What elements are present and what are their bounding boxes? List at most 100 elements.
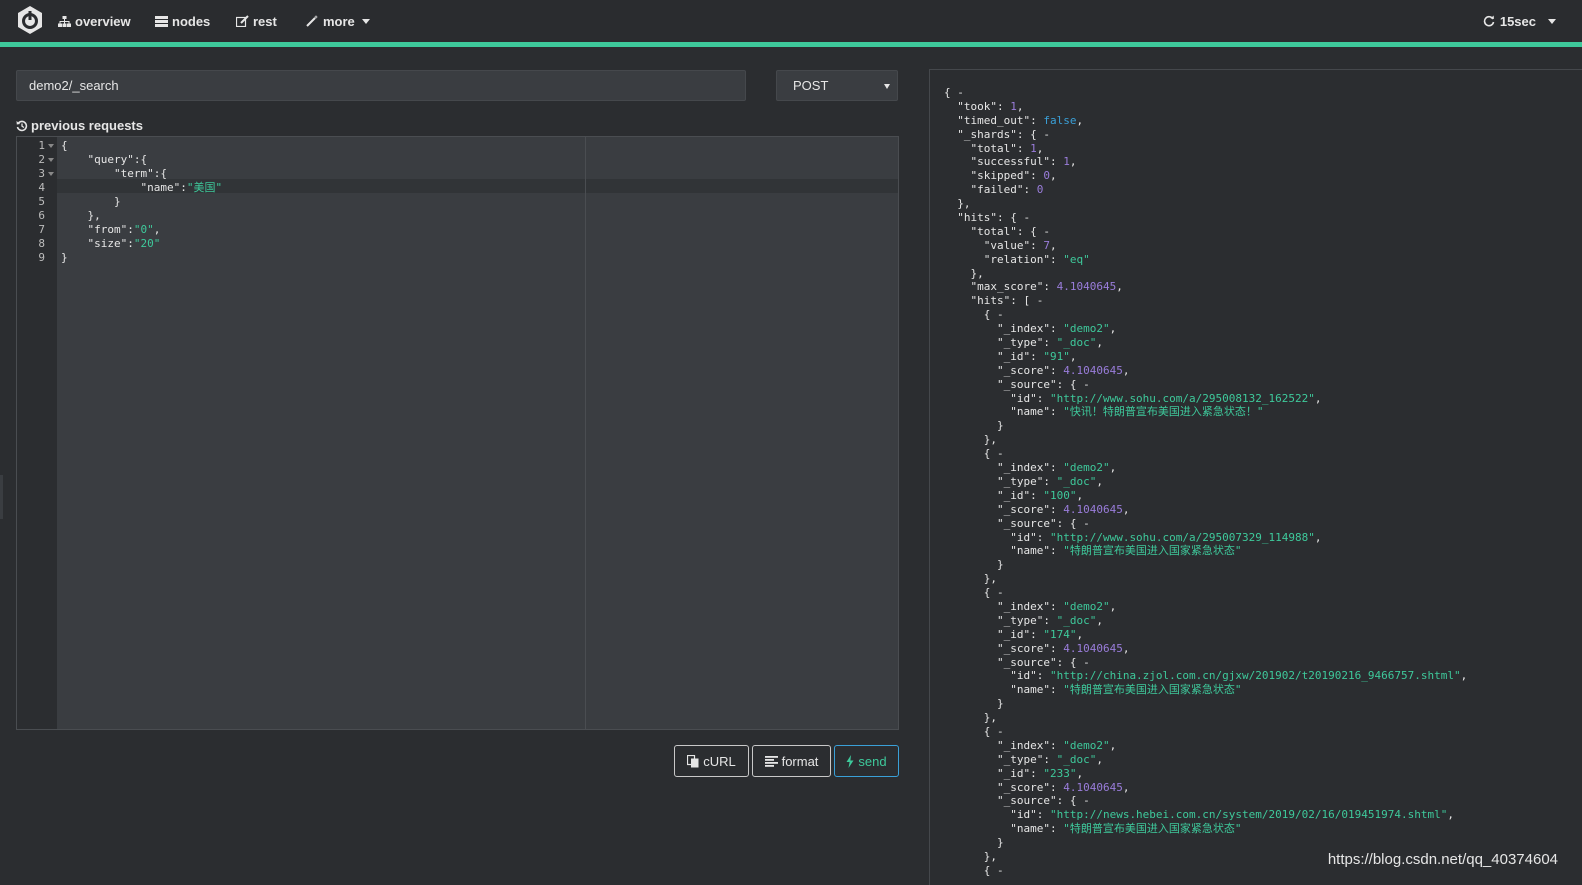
fold-toggle-icon[interactable] [48,158,54,162]
json-token: "value": [944,238,1044,252]
json-line: "_source": { - [944,794,1467,808]
json-token: "relation": [944,252,1064,266]
json-token: } [944,419,1004,433]
json-token: { [944,724,997,738]
response-panel[interactable]: { - "took": 1, "timed_out": false, "_sha… [929,69,1582,885]
top-navbar: overview nodes rest more 15sec [0,0,1582,42]
collapse-toggle[interactable]: - [1083,794,1090,807]
json-line: "name": "特朗普宣布美国进入国家紧急状态" [944,544,1467,558]
json-line: "id": "http://www.sohu.com/a/295007329_1… [944,531,1467,545]
collapse-toggle[interactable]: - [1083,378,1090,391]
json-line: { - [944,725,1467,739]
json-token: "http://www.sohu.com/a/295008132_162522" [1049,391,1315,405]
json-line: "value": 7, [944,239,1467,253]
response-json: { - "took": 1, "timed_out": false, "_sha… [944,86,1467,878]
json-line: "skipped": 0, [944,169,1467,183]
json-token: "_doc" [1056,613,1097,627]
json-token: , [1076,488,1084,502]
json-line: "_source": { - [944,656,1467,670]
format-button-label: format [781,753,819,769]
json-token: , [1076,627,1084,641]
json-token: "_type": [944,336,1057,350]
json-token: , [1016,99,1024,113]
code-token: "name": [140,181,187,194]
json-token: , [1109,322,1117,336]
json-token: "hits": { [944,211,1024,225]
json-token: , [1069,349,1077,363]
format-button[interactable]: format [752,745,831,777]
collapse-toggle[interactable]: - [997,725,1004,738]
previous-requests-link[interactable]: previous requests [16,118,143,133]
json-token: 1 [1010,99,1017,113]
history-icon [16,120,28,132]
editor-line: 1{ [17,139,898,153]
json-token: "_doc" [1056,336,1097,350]
json-line: } [944,419,1467,433]
refresh-interval-dropdown[interactable]: 15sec [1483,0,1556,42]
json-token: "http://china.zjol.com.cn/gjxw/201902/t2… [1049,669,1461,683]
json-line: "_index": "demo2", [944,322,1467,336]
request-url-input[interactable] [16,70,746,101]
nav-more-label: more [323,13,355,29]
json-line: { - [944,586,1467,600]
json-token: "skipped": [944,169,1044,183]
nav-overview[interactable]: overview [58,0,131,42]
json-token: "demo2" [1063,461,1110,475]
json-token: "100" [1043,488,1077,502]
json-token: , [1460,669,1468,683]
previous-requests-label: previous requests [31,118,143,133]
collapse-toggle[interactable]: - [1083,656,1090,669]
json-token: 1 [1030,141,1037,155]
collapse-toggle[interactable]: - [1043,128,1050,141]
json-token: "_index": [944,322,1064,336]
chevron-down-icon [1548,18,1556,24]
collapse-toggle[interactable]: - [1043,225,1050,238]
json-line: "id": "http://china.zjol.com.cn/gjxw/201… [944,669,1467,683]
collapse-toggle[interactable]: - [1037,294,1044,307]
json-token: 1 [1063,155,1070,169]
http-method-select[interactable]: POST [776,70,898,101]
app-logo[interactable] [15,5,45,35]
json-line: { - [944,447,1467,461]
collapse-toggle[interactable]: - [997,864,1004,877]
fold-toggle-icon[interactable] [48,172,54,176]
json-line: "max_score": 4.1040645, [944,280,1467,294]
json-token: , [1049,238,1057,252]
nav-rest[interactable]: rest [236,0,277,42]
fold-toggle-icon[interactable] [48,144,54,148]
code-text: }, [61,209,101,223]
chevron-down-icon [361,18,370,24]
json-token: 4.1040645 [1063,780,1123,794]
collapse-toggle[interactable]: - [1023,211,1030,224]
json-token: "_id": [944,349,1044,363]
side-handle[interactable] [0,475,3,519]
json-token: "233" [1043,766,1077,780]
code-token: "美国" [186,181,223,194]
collapse-toggle[interactable]: - [957,86,964,99]
json-token: "_index": [944,738,1064,752]
json-token: { [944,586,997,600]
collapse-toggle[interactable]: - [997,586,1004,599]
json-token: } [944,558,1004,572]
collapse-toggle[interactable]: - [997,447,1004,460]
json-token: }, [944,266,984,280]
request-body-editor[interactable]: 1{2 "query":{3 "term":{4 "name":"美国" 5 } 6… [16,136,899,730]
editor-line: 5 } [17,195,898,209]
code-token: "query":{ [87,153,148,166]
json-line: } [944,836,1467,850]
collapse-toggle[interactable]: - [997,308,1004,321]
code-text: "size":"20" [61,237,161,251]
nav-more-dropdown[interactable]: more [306,0,370,42]
json-line: "name": "特朗普宣布美国进入国家紧急状态" [944,822,1467,836]
nav-nodes-label: nodes [172,13,211,29]
json-token: "_type": [944,474,1057,488]
json-token: } [944,697,1004,711]
json-token: , [1314,391,1322,405]
json-token: 0 [1043,169,1050,183]
send-button[interactable]: send [834,745,899,777]
collapse-toggle[interactable]: - [1083,517,1090,530]
nav-nodes[interactable]: nodes [155,0,210,42]
curl-button[interactable]: cURL [674,745,749,777]
